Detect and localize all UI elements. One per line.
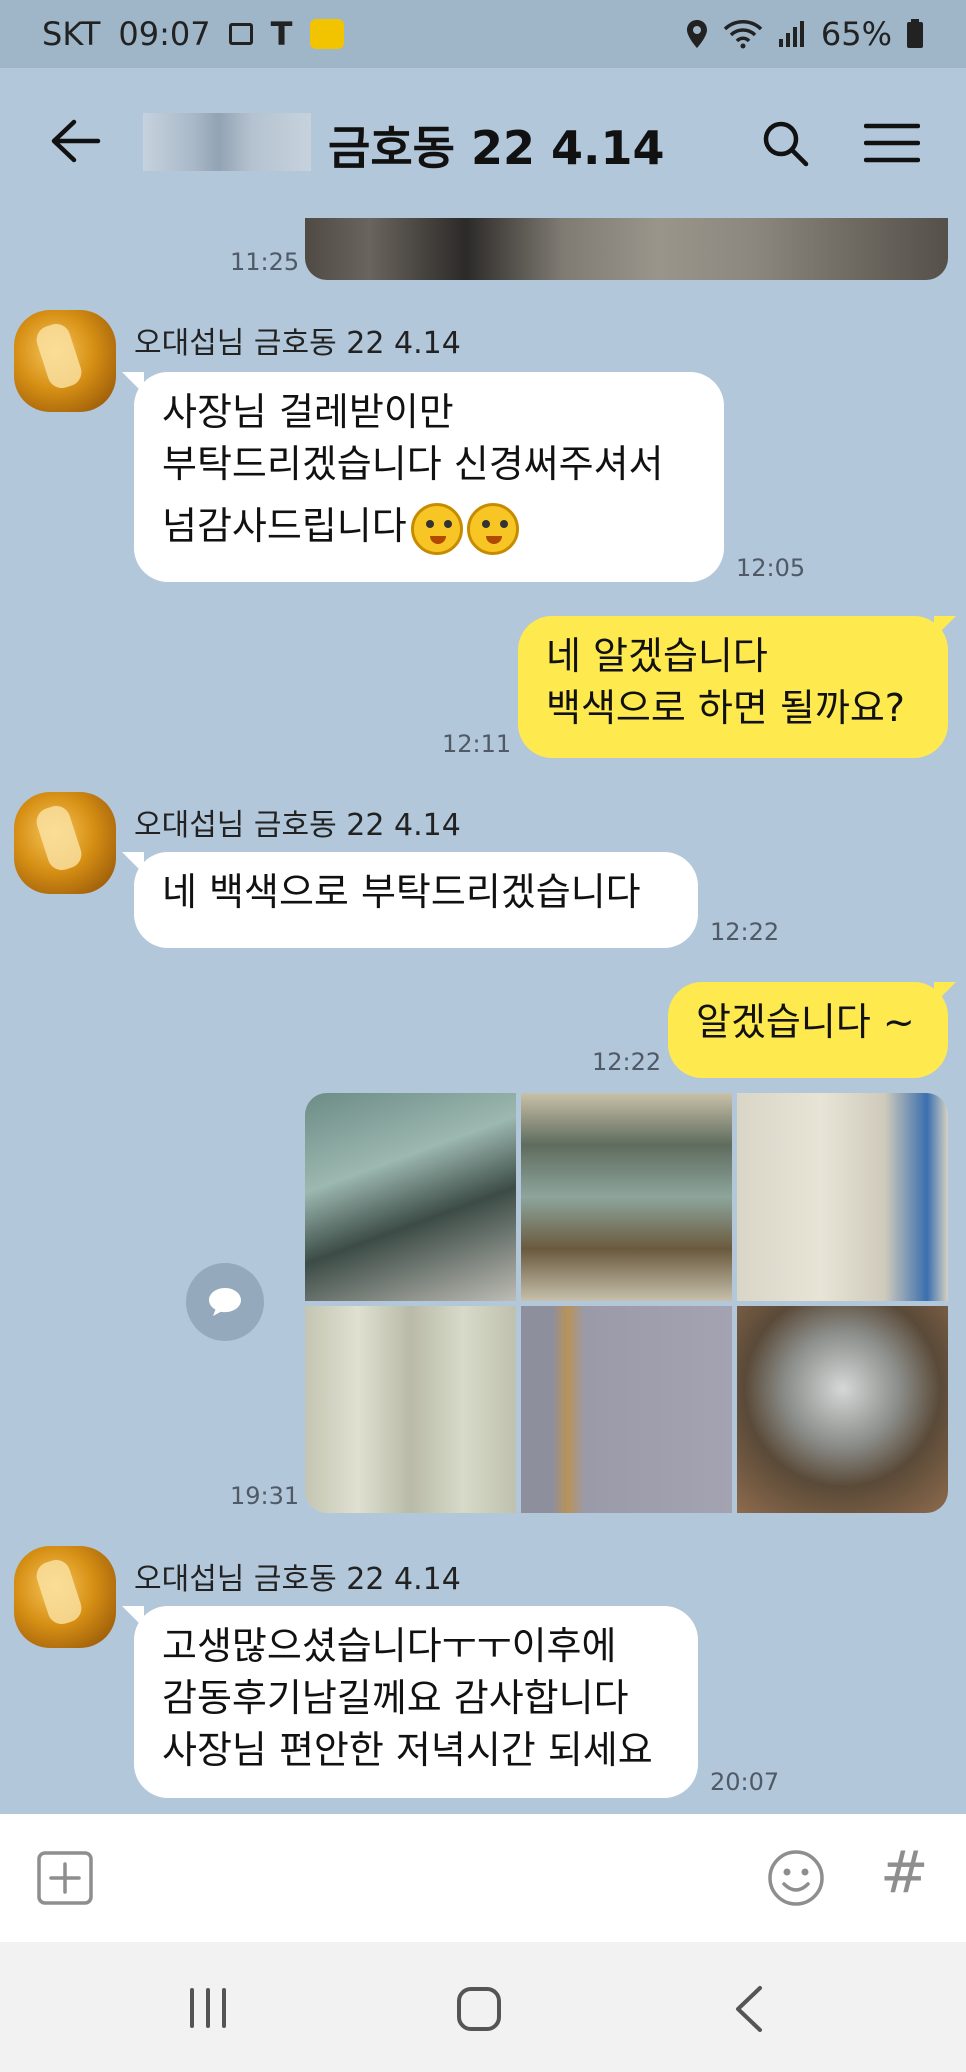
message-text: 사장님 걸레받이만 xyxy=(162,390,454,434)
message-time: 12:22 xyxy=(592,1048,662,1076)
message-text: 백색으로 하면 될까요? xyxy=(546,686,905,730)
message-time: 12:05 xyxy=(736,554,806,582)
message-time: 11:25 xyxy=(230,248,300,276)
sender-avatar[interactable] xyxy=(14,310,116,412)
photo-thumbnail[interactable] xyxy=(305,1305,516,1513)
sent-message-bubble[interactable]: 알겠습니다 ~ xyxy=(668,982,948,1078)
signal-icon xyxy=(778,21,804,47)
sent-message-bubble[interactable]: 네 알겠습니다 백색으로 하면 될까요? xyxy=(518,616,948,758)
message-text: 넘감사드립니다 xyxy=(162,504,407,548)
photo-thumbnail[interactable] xyxy=(521,1305,732,1513)
message-text: 네 알겠습니다 xyxy=(546,634,768,678)
message-time: 12:22 xyxy=(710,918,780,946)
message-time: 20:07 xyxy=(710,1768,780,1796)
bubble-tail xyxy=(934,616,956,638)
sender-name: 오대섭님 금호동 22 4.14 xyxy=(134,808,461,843)
recent-apps-icon[interactable] xyxy=(186,1988,230,2028)
plus-icon[interactable] xyxy=(36,1850,94,1906)
gallery-notification-icon xyxy=(228,23,253,45)
photo-thumbnail[interactable] xyxy=(737,1305,948,1513)
nav-back-icon[interactable] xyxy=(732,1984,766,2034)
partial-photo-message[interactable] xyxy=(305,218,948,280)
t-notification-icon: T xyxy=(270,15,293,53)
blurred-contact-name xyxy=(143,113,311,171)
chat-message-list[interactable]: 11:25 오대섭님 금호동 22 4.14 사장님 걸레받이만 부탁드리겠습니… xyxy=(0,218,966,1814)
received-message-bubble[interactable]: 네 백색으로 부탁드리겠습니다 xyxy=(134,852,698,948)
share-button[interactable] xyxy=(186,1263,264,1341)
message-input-bar[interactable]: # xyxy=(0,1814,966,1942)
location-icon xyxy=(686,20,707,48)
hashtag-search-button[interactable]: # xyxy=(880,1838,929,1906)
message-text: 알겠습니다 ~ xyxy=(696,1000,915,1044)
search-icon[interactable] xyxy=(760,118,810,168)
emoticon-icon xyxy=(466,502,519,555)
message-text: 고생많으셨습니다ㅜㅜ이후에 xyxy=(162,1624,617,1668)
message-time: 12:11 xyxy=(442,730,512,758)
wifi-icon xyxy=(723,20,763,49)
bubble-tail xyxy=(934,982,956,1004)
received-message-bubble[interactable]: 고생많으셨습니다ㅜㅜ이후에 감동후기남길께요 감사합니다 사장님 편안한 저녁시… xyxy=(134,1606,698,1798)
clock: 09:07 xyxy=(118,15,211,53)
home-icon[interactable] xyxy=(456,1986,502,2032)
sender-avatar[interactable] xyxy=(14,1546,116,1648)
chat-room-title: 금호동 22 4.14 xyxy=(328,121,665,175)
photo-album-message[interactable] xyxy=(305,1093,948,1513)
menu-icon[interactable] xyxy=(864,122,920,164)
message-text: 사장님 편안한 저녁시간 되세요 xyxy=(162,1728,653,1772)
photo-thumbnail[interactable] xyxy=(521,1093,732,1301)
received-message-bubble[interactable]: 사장님 걸레받이만 부탁드리겠습니다 신경써주셔서 넘감사드립니다 xyxy=(134,372,724,582)
battery-icon xyxy=(907,19,923,48)
message-text: 부탁드리겠습니다 신경써주셔서 xyxy=(162,442,664,486)
share-icon xyxy=(209,1288,241,1316)
app-notification-icon xyxy=(310,19,345,49)
chat-header: 금호동 22 4.14 xyxy=(0,68,966,218)
sender-avatar[interactable] xyxy=(14,792,116,894)
photo-thumbnail[interactable] xyxy=(737,1093,948,1301)
carrier-label: SKT xyxy=(42,15,101,53)
back-arrow-icon[interactable] xyxy=(44,116,104,166)
message-text: 네 백색으로 부탁드리겠습니다 xyxy=(162,870,641,914)
photo-thumbnail[interactable] xyxy=(305,1093,516,1301)
system-navigation-bar xyxy=(0,1942,966,2072)
status-bar: SKT 09:07 T 65% xyxy=(0,0,966,68)
message-time: 19:31 xyxy=(230,1482,300,1510)
sender-name: 오대섭님 금호동 22 4.14 xyxy=(134,1562,461,1597)
message-text: 감동후기남길께요 감사합니다 xyxy=(162,1676,629,1720)
emoticon-icon xyxy=(410,502,463,555)
emoji-icon[interactable] xyxy=(766,1848,826,1908)
sender-name: 오대섭님 금호동 22 4.14 xyxy=(134,326,461,361)
battery-percent: 65% xyxy=(820,15,892,53)
